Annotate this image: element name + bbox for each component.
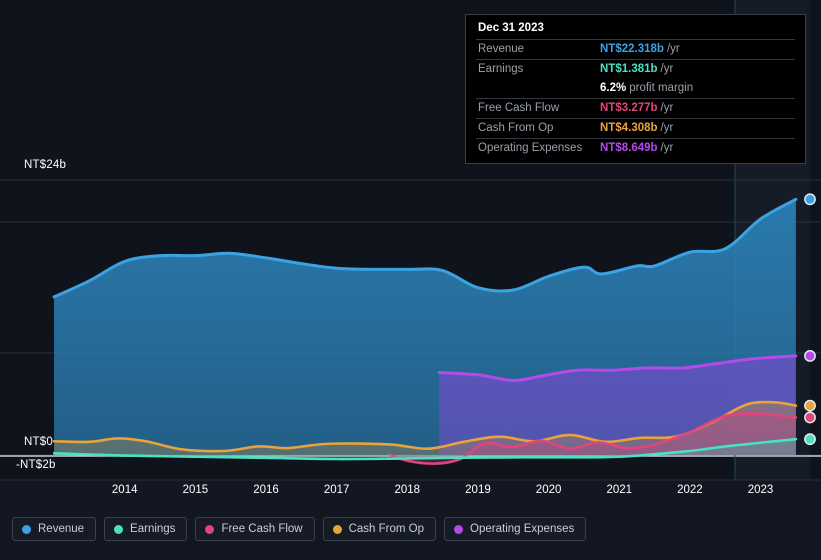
legend-item-revenue[interactable]: Revenue [12,517,97,541]
tooltip-row-value: NT$3.277b [600,102,658,114]
legend-item-label: Cash From Op [348,523,425,535]
y-axis-label-max: NT$24b [24,159,67,171]
tooltip-row: Cash From Op NT$4.308b/yr [476,118,795,138]
tooltip-row-label: Free Cash Flow [478,102,560,114]
financial-performance-chart: NT$24b NT$0 -NT$2b 2014 2015 2016 2017 2018 2… [0,0,821,560]
tooltip-row-label: Revenue [478,43,525,55]
data-tooltip: Dec 31 2023 Revenue NT$22.318b/yr Earnings… [465,14,806,164]
tooltip-row-unit: profit margin [629,82,694,94]
legend-color-dot-icon [205,524,215,534]
tooltip-row-value: NT$8.649b [600,142,658,154]
tooltip-row-unit: /yr [666,43,680,55]
x-axis-tick-2014: 2014 [111,484,138,496]
x-axis-tick-2016: 2016 [253,484,279,496]
tooltip-row-value: NT$4.308b [600,122,658,134]
x-axis-tick-2023: 2023 [747,484,774,496]
tooltip-row-value: 6.2% [600,82,627,94]
y-axis-label-min: -NT$2b [16,459,56,471]
legend-item-free-cash-flow[interactable]: Free Cash Flow [195,517,315,541]
legend-item-operating-expenses[interactable]: Operating Expenses [444,517,587,541]
chart-legend[interactable]: Revenue Earnings Free Cash Flow Cash From O… [12,517,587,541]
legend-color-dot-icon [114,524,124,534]
legend-item-label: Revenue [38,523,85,535]
legend-color-dot-icon [332,524,342,534]
legend-item-label: Operating Expenses [470,523,575,535]
x-axis-tick-2022: 2022 [677,484,703,496]
x-axis-tick-2018: 2018 [394,484,421,496]
legend-item-cash-from-op[interactable]: Cash From Op [322,517,437,541]
tooltip-row: Operating Expenses NT$8.649b/yr [476,138,795,158]
tooltip-row-label: Earnings [478,63,524,75]
legend-item-label: Free Cash Flow [221,523,303,535]
tooltip-row-unit: /yr [660,102,674,114]
x-axis-tick-2017: 2017 [323,484,350,496]
legend-color-dot-icon [454,524,464,534]
x-axis-tick-2021: 2021 [606,484,633,496]
x-axis-tick-2020: 2020 [535,484,562,496]
tooltip-row: Free Cash Flow NT$3.277b/yr [476,98,795,118]
x-axis-tick-2015: 2015 [182,484,209,496]
legend-color-dot-icon [22,524,31,534]
tooltip-row-unit: /yr [660,142,674,154]
tooltip-row-value: NT$22.318b [600,43,664,55]
legend-item-earnings[interactable]: Earnings [104,517,188,541]
tooltip-row: 6.2% profit margin [476,79,795,98]
y-axis-label-zero: NT$0 [24,436,53,448]
tooltip-row-value: NT$1.381b [600,63,658,75]
tooltip-rows: Revenue NT$22.318b/yr Earnings NT$1.381b/yr… [476,39,795,158]
tooltip-date: Dec 31 2023 [478,22,544,34]
tooltip-row-label: Operating Expenses [478,142,583,154]
tooltip-row-unit: /yr [660,63,674,75]
x-axis-tick-2019: 2019 [465,484,491,496]
legend-item-label: Earnings [130,523,176,535]
tooltip-row-label: Cash From Op [478,122,554,134]
tooltip-row: Revenue NT$22.318b/yr [476,39,795,59]
tooltip-row-unit: /yr [660,122,674,134]
tooltip-row: Earnings NT$1.381b/yr [476,59,795,79]
